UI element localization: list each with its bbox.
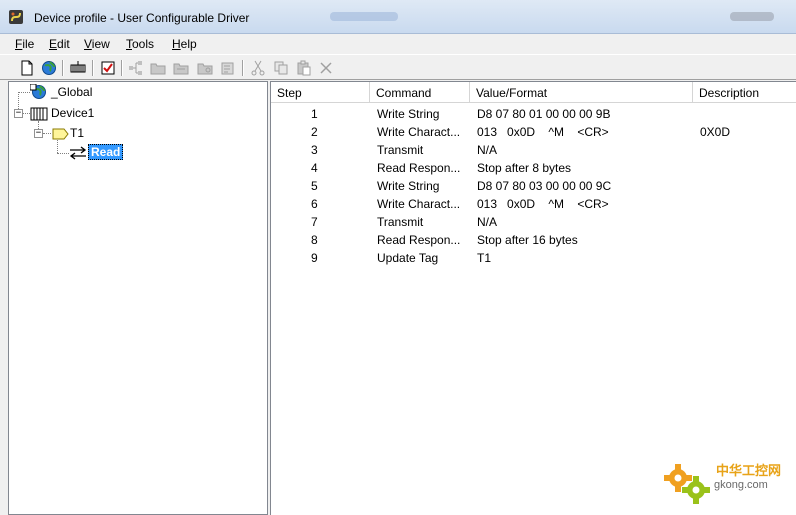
new-file-icon[interactable] xyxy=(18,59,36,77)
cell-command: Write String xyxy=(377,179,440,193)
cell-step: 3 xyxy=(311,143,318,157)
tree-label-global: _Global xyxy=(51,85,93,99)
table-row[interactable]: 2 Write Charact... 013 0x0D ^M <CR> 0X0D xyxy=(271,122,796,140)
cell-step: 9 xyxy=(311,251,318,265)
cell-value-format: N/A xyxy=(477,143,498,157)
cell-command: Update Tag xyxy=(377,251,439,265)
paste-icon[interactable] xyxy=(295,59,313,77)
app-logo-icon xyxy=(9,10,23,24)
column-header-row: Step Command Value/Format Description xyxy=(271,82,796,103)
collapse-toggle-tag[interactable]: − xyxy=(34,129,43,138)
menu-tools-rest: ools xyxy=(132,37,155,51)
menu-file-rest: ile xyxy=(22,37,35,51)
cell-value-format: T1 xyxy=(477,251,492,265)
cell-value-format: D8 07 80 03 00 00 00 9C xyxy=(477,179,612,193)
watermark-brand: 中华工控网 xyxy=(716,463,782,478)
toolbar-separator xyxy=(62,60,64,76)
tree-add-icon[interactable] xyxy=(127,59,145,77)
menu-edit-accel: E xyxy=(49,37,58,51)
tree-connector xyxy=(23,113,30,114)
table-row[interactable]: 8 Read Respon... Stop after 16 bytes xyxy=(271,230,796,248)
copy-icon[interactable] xyxy=(272,59,290,77)
folder-add-icon[interactable] xyxy=(149,59,167,77)
menu-edit-rest: dit xyxy=(57,37,70,51)
tree-label-device: Device1 xyxy=(51,106,95,120)
cell-command: Write Charact... xyxy=(377,197,461,211)
cell-value-format: 013 0x0D ^M <CR> xyxy=(477,125,609,139)
device-tree[interactable]: _Global − Device1 − T1 Read xyxy=(8,81,268,515)
command-list[interactable]: Step Command Value/Format Description 1 W… xyxy=(270,81,796,515)
menu-edit[interactable]: Edit xyxy=(49,37,70,51)
cell-step: 4 xyxy=(311,161,318,175)
collapse-toggle-device[interactable]: − xyxy=(14,109,23,118)
cell-command: Read Respon... xyxy=(377,233,461,247)
menu-help-accel: H xyxy=(172,37,181,51)
tree-connector xyxy=(18,92,30,93)
menu-help-rest: elp xyxy=(180,37,197,51)
table-row[interactable]: 6 Write Charact... 013 0x0D ^M <CR> xyxy=(271,194,796,212)
cell-step: 8 xyxy=(311,233,318,247)
cell-step: 5 xyxy=(311,179,318,193)
cell-value-format: Stop after 8 bytes xyxy=(477,161,572,175)
globe-icon[interactable] xyxy=(40,59,58,77)
globe-icon xyxy=(30,84,46,99)
cell-value-format: D8 07 80 01 00 00 00 9B xyxy=(477,107,611,121)
device-icon[interactable] xyxy=(69,59,87,77)
cell-command: Transmit xyxy=(377,143,424,157)
toolbar xyxy=(0,54,796,80)
cell-step: 7 xyxy=(311,215,318,229)
menu-help[interactable]: Help xyxy=(172,37,197,51)
tree-label-read: Read xyxy=(88,144,124,160)
watermark-domain: gkong.com xyxy=(714,479,768,491)
cell-command: Transmit xyxy=(377,215,424,229)
delete-icon[interactable] xyxy=(317,59,335,77)
menu-tools[interactable]: Tools xyxy=(126,37,154,51)
table-row[interactable]: 1 Write String D8 07 80 01 00 00 00 9B xyxy=(271,104,796,122)
cell-command: Read Respon... xyxy=(377,161,461,175)
cell-step: 1 xyxy=(311,107,318,121)
cell-value-format: Stop after 16 bytes xyxy=(477,233,578,247)
title-bar: Device profile - User Configurable Drive… xyxy=(0,0,796,34)
column-header-value-format[interactable]: Value/Format xyxy=(470,82,693,103)
gear-logo-icon xyxy=(664,464,710,504)
window-title: Device profile - User Configurable Drive… xyxy=(34,11,250,25)
properties-icon[interactable] xyxy=(219,59,237,77)
table-row[interactable]: 3 Transmit N/A xyxy=(271,140,796,158)
table-row[interactable]: 5 Write String D8 07 80 03 00 00 00 9C xyxy=(271,176,796,194)
blurred-window-controls xyxy=(730,12,774,21)
toolbar-separator xyxy=(242,60,244,76)
menu-file[interactable]: File xyxy=(15,37,34,51)
table-row[interactable]: 4 Read Respon... Stop after 8 bytes xyxy=(271,158,796,176)
table-row[interactable]: 7 Transmit N/A xyxy=(271,212,796,230)
toolbar-separator xyxy=(121,60,123,76)
tree-label-tag: T1 xyxy=(70,126,85,140)
menu-view-rest: iew xyxy=(91,37,110,51)
toolbar-separator xyxy=(92,60,94,76)
cell-command: Write Charact... xyxy=(377,125,461,139)
column-header-command[interactable]: Command xyxy=(370,82,470,103)
menu-view[interactable]: View xyxy=(84,37,110,51)
tree-connector xyxy=(43,133,51,134)
tag-icon[interactable] xyxy=(99,59,117,77)
table-row[interactable]: 9 Update Tag T1 xyxy=(271,248,796,266)
cell-value-format: 013 0x0D ^M <CR> xyxy=(477,197,609,211)
tree-connector xyxy=(57,153,69,154)
watermark: 中华工控网 gkong.com xyxy=(656,452,796,510)
cell-value-format: N/A xyxy=(477,215,498,229)
menu-bar: File Edit View Tools Help xyxy=(0,34,796,54)
cell-step: 6 xyxy=(311,197,318,211)
cut-icon[interactable] xyxy=(249,59,267,77)
cell-step: 2 xyxy=(311,125,318,139)
blurred-title-region xyxy=(330,12,398,21)
cell-command: Write String xyxy=(377,107,440,121)
column-header-description[interactable]: Description xyxy=(693,82,796,103)
column-header-step[interactable]: Step xyxy=(271,82,370,103)
cell-description: 0X0D xyxy=(700,125,731,139)
folder-open-icon[interactable] xyxy=(172,59,190,77)
menu-view-accel: V xyxy=(84,37,92,51)
device-icon xyxy=(30,107,48,121)
folder-settings-icon[interactable] xyxy=(196,59,214,77)
tag-icon xyxy=(52,128,69,140)
transfer-arrows-icon xyxy=(69,146,87,160)
